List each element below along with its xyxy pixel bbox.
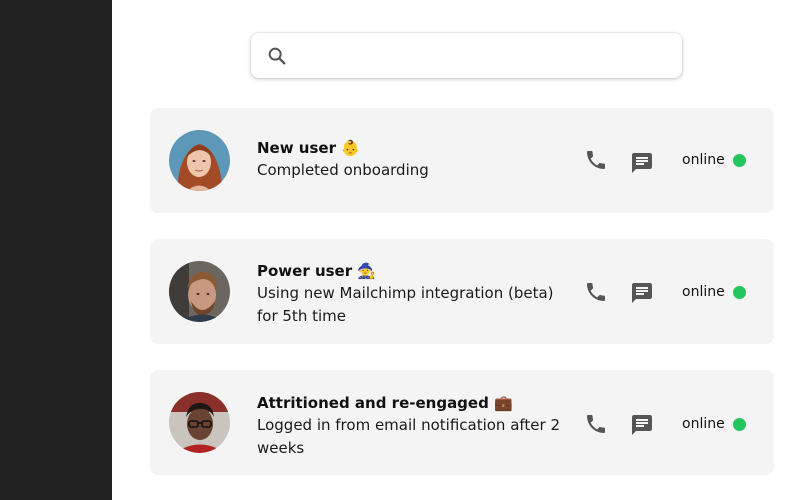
card-title: Attritioned and re-engaged 💼: [257, 394, 513, 412]
sidebar: [0, 0, 112, 500]
status-text: online: [682, 152, 725, 168]
card-description: Completed onboarding: [257, 161, 429, 179]
search-bar[interactable]: [251, 33, 682, 78]
avatar-man-bearded: [169, 261, 230, 322]
status-indicator: online: [682, 284, 746, 300]
status-text: online: [682, 284, 725, 300]
user-card-attritioned[interactable]: Attritioned and re-engaged 💼 Logged in f…: [150, 370, 774, 475]
card-description: Using new Mailchimp integration (beta) f…: [257, 284, 554, 325]
message-icon[interactable]: [629, 280, 655, 306]
status-indicator: online: [682, 152, 746, 168]
phone-icon[interactable]: [583, 279, 609, 305]
phone-icon[interactable]: [583, 147, 609, 173]
message-icon[interactable]: [629, 150, 655, 176]
user-card-power-user[interactable]: Power user 🧙 Using new Mailchimp integra…: [150, 239, 774, 344]
status-indicator: online: [682, 416, 746, 432]
search-icon: [266, 45, 288, 67]
user-card-new-user[interactable]: New user 👶 Completed onboarding online: [150, 108, 774, 213]
avatar-woman-red-hair: [169, 130, 230, 191]
online-dot: [732, 153, 746, 167]
message-icon[interactable]: [629, 412, 655, 438]
phone-icon[interactable]: [583, 411, 609, 437]
status-text: online: [682, 416, 725, 432]
online-dot: [732, 285, 746, 299]
online-dot: [732, 417, 746, 431]
card-title: New user 👶: [257, 139, 360, 157]
card-title: Power user 🧙: [257, 262, 377, 280]
card-description: Logged in from email notification after …: [257, 416, 561, 457]
search-input[interactable]: [296, 33, 682, 78]
avatar-man-glasses: [169, 392, 230, 453]
